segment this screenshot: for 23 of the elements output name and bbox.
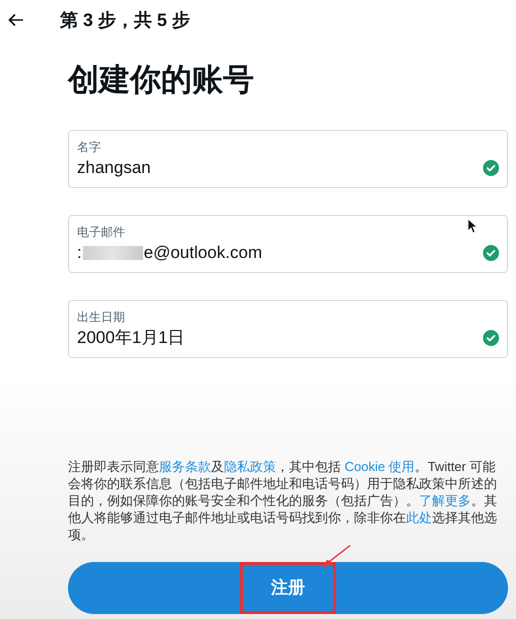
field-label: 名字 — [77, 139, 101, 155]
field-label: 电子邮件 — [77, 224, 125, 240]
field-value: e@outlook.com — [144, 243, 262, 263]
back-arrow-icon[interactable] — [8, 13, 24, 27]
field-label: 出生日期 — [77, 309, 125, 325]
link[interactable]: 了解更多 — [419, 493, 471, 508]
pointer-arrow-icon — [322, 545, 352, 569]
page-title: 创建你的账号 — [68, 61, 255, 99]
input-field[interactable]: 电子邮件 : e@outlook.com — [68, 215, 508, 273]
input-field[interactable]: 出生日期 2000年1月1日 — [68, 300, 508, 358]
link[interactable]: 此处 — [406, 510, 432, 525]
step-indicator: 第 3 步，共 5 步 — [60, 8, 190, 32]
link[interactable]: Cookie 使用 — [344, 459, 415, 474]
field-value: 2000年1月1日 — [77, 328, 185, 348]
link[interactable]: 服务条款 — [159, 459, 211, 474]
link[interactable]: 隐私政策 — [224, 459, 276, 474]
button-label: 注册 — [240, 562, 336, 614]
field-value: : — [77, 243, 82, 263]
field-value: zhangsan — [77, 158, 151, 178]
input-field[interactable]: 名字 zhangsan — [68, 130, 508, 188]
terms-text: 注册即表示同意服务条款及隐私政策，其中包括 Cookie 使用。Twitter 可能会将你的联系信息（包括电子邮件地址和电话号码）用于隐私政策中所述的目的，例如保障你的账号安全和个性化的服务（包括广告）。了解更多。其他人将能够通过电子邮件地址或电话号码找到你，除非你在此处选择其他选项。 — [68, 458, 498, 543]
cursor-icon — [467, 218, 477, 234]
signup-button[interactable]: 注册 — [68, 562, 508, 614]
